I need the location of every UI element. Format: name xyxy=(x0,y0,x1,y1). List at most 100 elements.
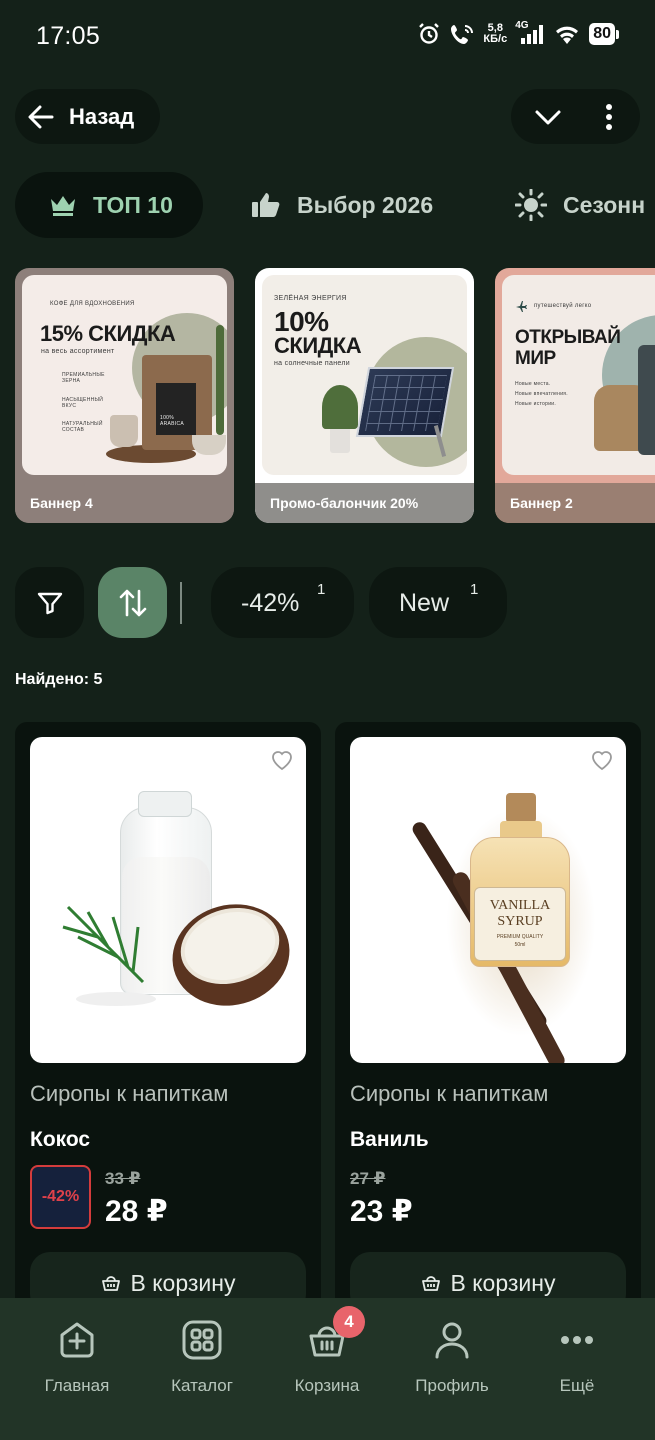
filter-icon xyxy=(37,592,62,614)
sun-icon xyxy=(515,189,547,221)
cell-signal-icon: 4G xyxy=(515,20,545,46)
banner-line: Новые истории. xyxy=(515,401,557,407)
sort-button[interactable] xyxy=(98,567,167,638)
tab-label: Сезонн xyxy=(563,191,646,218)
product-card[interactable]: VANILLA SYRUP PREMIUM QUALITY 50ml Сироп… xyxy=(335,722,641,1362)
header-actions xyxy=(511,89,640,144)
chip-label: -42% xyxy=(241,589,300,617)
battery-icon: 80 xyxy=(589,23,619,45)
bottle-label-line: SYRUP xyxy=(497,914,543,929)
arrow-left-icon xyxy=(28,105,54,128)
banner-feature: ПРЕМИАЛЬНЫЕ ЗЕРНА xyxy=(62,372,105,384)
filter-divider xyxy=(180,582,182,624)
filter-button[interactable] xyxy=(15,567,84,638)
chip-label: New xyxy=(399,589,450,617)
banner-feature: НАТУРАЛЬНЫЙ СОСТАВ xyxy=(62,421,103,433)
status-time: 17:05 xyxy=(36,22,101,50)
profile-icon xyxy=(435,1322,469,1359)
banner-title: ОТКРЫВАЙ xyxy=(515,327,621,348)
product-card[interactable]: Сиропы к напиткам Кокос -42% 33 ₽ 28 ₽ В… xyxy=(15,722,321,1362)
promo-banners: КОФЕ ДЛЯ ВДОХНОВЕНИЯ 15% СКИДКА на весь … xyxy=(0,268,655,524)
banner-feature: НАСЫЩЕННЫЙ ВКУС xyxy=(62,397,104,409)
cart-button-label: В корзину xyxy=(130,1269,236,1296)
nav-label: Главная xyxy=(44,1376,110,1395)
old-price: 33 ₽ xyxy=(105,1169,141,1188)
tab-label: ТОП 10 xyxy=(93,191,173,218)
banner-title: 10% xyxy=(274,306,329,337)
heart-icon[interactable] xyxy=(590,749,614,771)
old-price: 27 ₽ xyxy=(350,1169,386,1188)
product-name: Кокос xyxy=(30,1128,91,1151)
chip-discount[interactable]: -42% 1 xyxy=(211,567,354,638)
banner-art: путешествуй легко ОТКРЫВАЙ МИР Новые мес… xyxy=(502,275,655,475)
basket-icon xyxy=(421,1276,440,1291)
product-category: Сиропы к напиткам xyxy=(30,1081,229,1106)
product-price: 28 ₽ xyxy=(105,1195,168,1228)
banner-coffee[interactable]: КОФЕ ДЛЯ ВДОХНОВЕНИЯ 15% СКИДКА на весь … xyxy=(15,268,234,523)
banner-title: МИР xyxy=(515,348,556,369)
banner-solar[interactable]: ЗЕЛЁНАЯ ЭНЕРГИЯ 10% СКИДКА на солнечные … xyxy=(255,268,474,523)
chevron-down-icon[interactable] xyxy=(533,103,563,131)
nav-item-cart[interactable]: 4 Корзина xyxy=(267,1306,387,1396)
tab-seasonal[interactable]: Сезонн xyxy=(515,172,645,238)
bottle-label-line: 50ml xyxy=(514,942,526,948)
product-name: Ваниль xyxy=(350,1128,429,1151)
banner-caption: Баннер 2 xyxy=(495,483,655,523)
catalog-grid-icon xyxy=(182,1320,222,1360)
banner-subtitle: на солнечные панели xyxy=(274,360,350,367)
banner-art: ЗЕЛЁНАЯ ЭНЕРГИЯ 10% СКИДКА на солнечные … xyxy=(262,275,467,475)
heart-icon[interactable] xyxy=(270,749,294,771)
home-plus-icon xyxy=(60,1322,94,1358)
bottle-label-line: VANILLA xyxy=(489,898,551,913)
nav-label: Ещё xyxy=(559,1376,595,1395)
net-speed-unit: КБ/с xyxy=(483,33,508,45)
battery-level: 80 xyxy=(589,23,615,45)
status-icons: 5,8 КБ/с 4G 80 xyxy=(417,20,619,46)
chip-new[interactable]: New 1 xyxy=(369,567,507,638)
tab-top-10[interactable]: ТОП 10 xyxy=(15,172,203,238)
banner-travel[interactable]: путешествуй легко ОТКРЫВАЙ МИР Новые мес… xyxy=(495,268,655,523)
results-count: Найдено: 5 xyxy=(15,671,103,688)
product-image-coconut[interactable] xyxy=(30,737,306,1063)
bag-label: 100% ARABICA xyxy=(160,415,185,427)
banner-kicker: ЗЕЛЁНАЯ ЭНЕРГИЯ xyxy=(274,295,347,302)
category-tabs: ТОП 10 Выбор 2026 Сезонн xyxy=(0,172,655,238)
nav-item-more[interactable]: Ещё xyxy=(517,1316,637,1396)
banner-caption: Баннер 4 xyxy=(15,483,234,523)
cart-count-badge: 4 xyxy=(333,1306,365,1338)
back-button[interactable]: Назад xyxy=(15,89,160,144)
tab-label: Выбор 2026 xyxy=(297,191,434,218)
alarm-icon xyxy=(419,23,440,44)
crown-icon xyxy=(51,196,75,216)
product-price: 23 ₽ xyxy=(350,1195,413,1228)
nav-item-home[interactable]: Главная xyxy=(17,1316,137,1396)
discount-badge: -42% xyxy=(30,1165,91,1229)
bottle-label-line: PREMIUM QUALITY xyxy=(496,934,544,940)
banner-kicker: путешествуй легко xyxy=(534,303,592,309)
nav-label: Корзина xyxy=(294,1376,360,1395)
basket-icon xyxy=(101,1276,120,1291)
nav-item-catalog[interactable]: Каталог xyxy=(142,1316,262,1396)
banner-line: Новые впечатления. xyxy=(515,391,568,397)
bottle-label: VANILLA SYRUP PREMIUM QUALITY 50ml xyxy=(474,887,566,961)
sort-icon xyxy=(119,589,146,616)
banner-line: Новые места. xyxy=(515,381,551,387)
chip-count: 1 xyxy=(470,581,479,598)
tab-choice-2026[interactable]: Выбор 2026 xyxy=(251,172,433,238)
nav-label: Каталог xyxy=(171,1376,233,1395)
banner-title: 15% СКИДКА xyxy=(40,321,176,346)
status-bar: 17:05 5,8 КБ/с 4G 80 xyxy=(0,0,655,72)
banner-kicker: КОФЕ ДЛЯ ВДОХНОВЕНИЯ xyxy=(50,301,135,307)
plane-icon xyxy=(516,301,527,312)
banner-title: СКИДКА xyxy=(274,333,362,358)
banner-art: КОФЕ ДЛЯ ВДОХНОВЕНИЯ 15% СКИДКА на весь … xyxy=(22,275,227,475)
nav-item-profile[interactable]: Профиль xyxy=(392,1316,512,1396)
nav-label: Профиль xyxy=(415,1376,489,1395)
back-label: Назад xyxy=(69,103,135,129)
thumbs-up-icon xyxy=(252,193,280,217)
call-wifi-icon xyxy=(451,25,474,44)
more-vert-icon[interactable] xyxy=(599,102,619,132)
more-dots-icon xyxy=(561,1336,593,1344)
product-image-vanilla[interactable]: VANILLA SYRUP PREMIUM QUALITY 50ml xyxy=(350,737,626,1063)
cart-button-label: В корзину xyxy=(450,1269,556,1296)
